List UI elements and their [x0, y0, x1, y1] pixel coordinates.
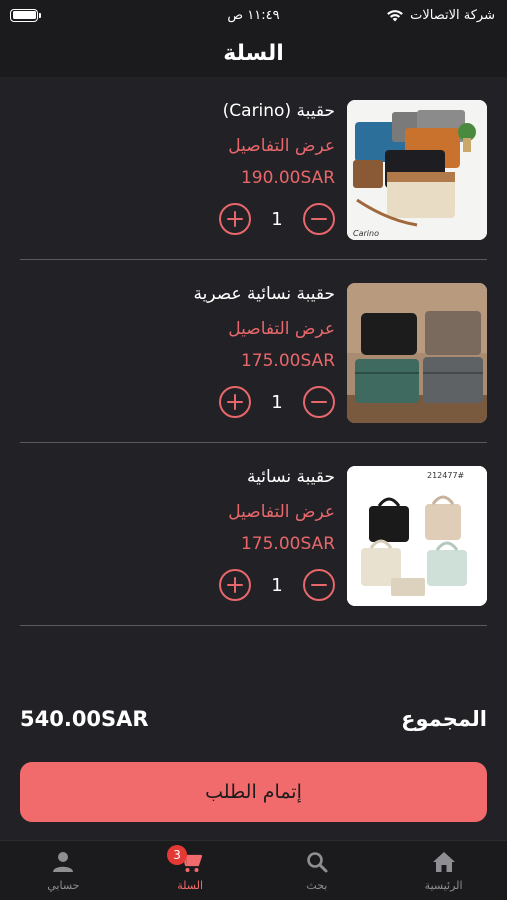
tab-label: بحث	[306, 879, 328, 892]
product-image[interactable]: 212477#	[347, 466, 487, 606]
image-caption: 212477#	[427, 471, 465, 480]
tab-label: حسابي	[47, 879, 80, 892]
product-image[interactable]: Carino	[347, 100, 487, 240]
total-label: المجموع	[401, 707, 487, 731]
total-row: 540.00SAR المجموع	[20, 704, 487, 734]
decrease-quantity-button[interactable]	[303, 569, 335, 601]
bag-photo-illustration	[347, 283, 487, 423]
decrease-quantity-button[interactable]	[303, 203, 335, 235]
tab-bar: حسابي 3 السلة بحث الرئيسية	[0, 840, 507, 900]
cart-item: 212477# حقيبة نسائية عرض التفاصيل 175.00…	[20, 443, 487, 626]
bag-photo-illustration: 212477#	[347, 466, 487, 606]
tab-home[interactable]: الرئيسية	[380, 841, 507, 900]
tab-cart[interactable]: 3 السلة	[127, 841, 254, 900]
wifi-icon	[387, 10, 404, 22]
cart-item: Carino حقيبة (Carino) عرض التفاصيل 190.0…	[20, 77, 487, 260]
tab-search[interactable]: بحث	[254, 841, 381, 900]
item-price: 190.00SAR	[240, 168, 335, 188]
cart-list: Carino حقيبة (Carino) عرض التفاصيل 190.0…	[0, 77, 507, 626]
quantity-value: 1	[271, 574, 283, 596]
item-name: حقيبة (Carino)	[222, 101, 335, 121]
increase-quantity-button[interactable]	[219, 569, 251, 601]
page-title: السلة	[223, 41, 284, 66]
item-price: 175.00SAR	[240, 351, 335, 371]
bag-photo-illustration: Carino	[347, 100, 487, 240]
cart-count-badge: 3	[167, 845, 188, 865]
battery-icon	[10, 8, 41, 22]
status-time: ١١:٤٩ ص	[227, 7, 280, 23]
header: السلة	[0, 30, 507, 77]
item-name: حقيبة نسائية	[247, 467, 335, 487]
status-bar: ١١:٤٩ ص شركة الاتصالات	[0, 0, 507, 30]
increase-quantity-button[interactable]	[219, 386, 251, 418]
quantity-value: 1	[271, 208, 283, 230]
quantity-stepper: 1	[219, 203, 335, 235]
cart-item: حقيبة نسائية عصرية عرض التفاصيل 175.00SA…	[20, 260, 487, 443]
item-name: حقيبة نسائية عصرية	[193, 284, 335, 304]
view-details-link[interactable]: عرض التفاصيل	[135, 318, 335, 342]
image-caption: Carino	[353, 229, 379, 238]
total-value: 540.00SAR	[20, 707, 149, 731]
product-image[interactable]	[347, 283, 487, 423]
carrier-name: شركة الاتصالات	[410, 7, 495, 23]
quantity-value: 1	[271, 391, 283, 413]
view-details-link[interactable]: عرض التفاصيل	[135, 501, 335, 525]
quantity-stepper: 1	[219, 569, 335, 601]
tab-label: الرئيسية	[424, 879, 463, 892]
search-icon	[307, 852, 328, 873]
increase-quantity-button[interactable]	[219, 203, 251, 235]
person-icon	[53, 852, 74, 872]
home-icon	[432, 852, 455, 872]
checkout-button[interactable]: إتمام الطلب	[20, 762, 487, 822]
quantity-stepper: 1	[219, 386, 335, 418]
tab-label: السلة	[177, 879, 203, 892]
decrease-quantity-button[interactable]	[303, 386, 335, 418]
tab-account[interactable]: حسابي	[0, 841, 127, 900]
view-details-link[interactable]: عرض التفاصيل	[135, 135, 335, 159]
item-price: 175.00SAR	[240, 534, 335, 554]
